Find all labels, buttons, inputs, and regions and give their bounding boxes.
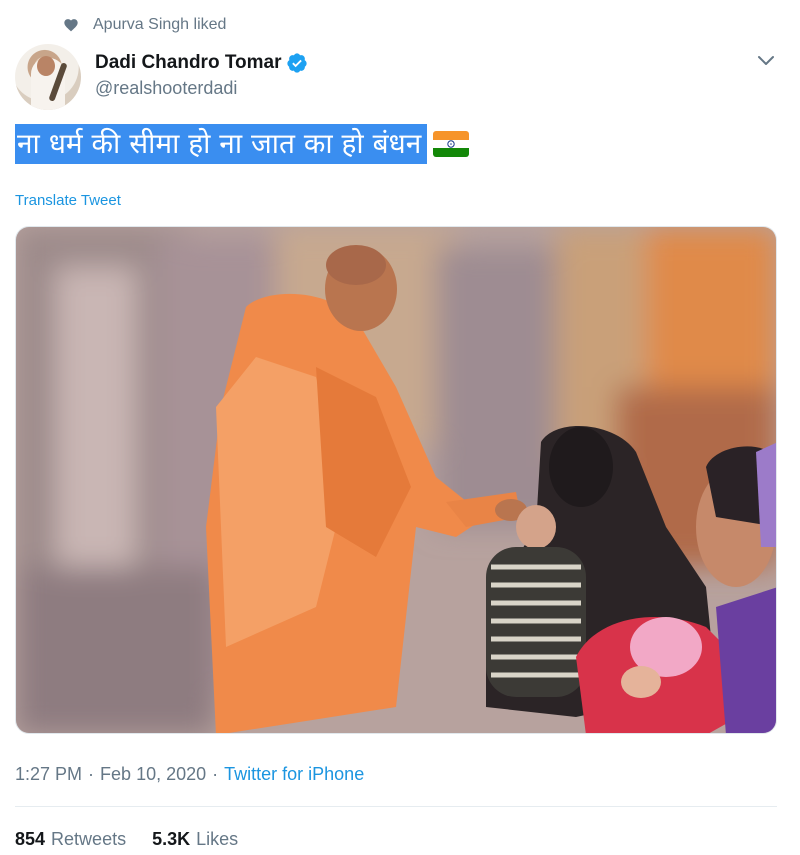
tweet-meta-row: 1:27 PM · Feb 10, 2020 · Twitter for iPh… [15, 764, 364, 785]
retweets-stat[interactable]: 854 Retweets [15, 829, 126, 850]
tweet-media-photo[interactable] [15, 226, 777, 734]
tweet-source-link[interactable]: Twitter for iPhone [224, 764, 364, 785]
meta-separator: · [88, 764, 95, 784]
author-name-row[interactable]: Dadi Chandro Tomar [95, 50, 308, 76]
heart-icon [63, 17, 79, 33]
divider [15, 806, 777, 807]
author-display-name[interactable]: Dadi Chandro Tomar [95, 52, 282, 74]
likes-count: 5.3K [152, 829, 191, 849]
translate-tweet-link[interactable]: Translate Tweet [15, 192, 121, 209]
social-context-text: Apurva Singh liked [93, 16, 227, 33]
tweet-time[interactable]: 1:27 PM [15, 764, 82, 785]
likes-stat[interactable]: 5.3K Likes [152, 829, 238, 850]
chevron-down-icon[interactable] [756, 50, 776, 70]
retweets-count: 854 [15, 829, 46, 849]
social-context: Apurva Singh liked [63, 14, 226, 36]
tweet-stats-row: 854 Retweets 5.3K Likes [15, 829, 264, 850]
retweets-label: Retweets [51, 829, 127, 849]
avatar[interactable] [15, 44, 81, 110]
meta-separator: · [212, 764, 219, 784]
indian-flag-emoji-icon [433, 131, 470, 157]
author-block[interactable]: Dadi Chandro Tomar @realshooterdadi [95, 50, 308, 99]
likes-label: Likes [196, 829, 239, 849]
verified-badge-icon [286, 52, 308, 74]
author-handle[interactable]: @realshooterdadi [95, 78, 308, 99]
tweet-date[interactable]: Feb 10, 2020 [100, 764, 206, 785]
tweet-text: ना धर्म की सीमा हो ना जात का हो बंधन [15, 124, 428, 164]
tweet-text-row: ना धर्म की सीमा हो ना जात का हो बंधन [15, 124, 470, 164]
